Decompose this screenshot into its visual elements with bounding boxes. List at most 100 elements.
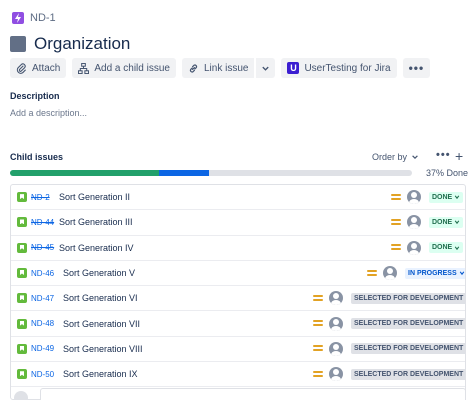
child-issue-summary[interactable]: Sort Generation V [63, 268, 135, 278]
chevron-down-icon [459, 271, 464, 276]
assignee-avatar-icon[interactable] [383, 266, 397, 281]
attach-button[interactable]: Attach [10, 58, 67, 78]
chevron-down-icon [465, 295, 466, 301]
usertesting-logo-icon: U [287, 62, 300, 74]
usertesting-plugin-label: UserTesting for Jira [304, 62, 391, 74]
link-issue-dropdown-button[interactable] [255, 58, 276, 78]
child-issue-key-link[interactable]: ND-49 [31, 344, 54, 353]
assignee-avatar-icon[interactable] [329, 367, 343, 382]
child-issue-key-link[interactable]: ND-44 [31, 218, 54, 227]
chevron-down-icon [455, 246, 460, 250]
bookmark-icon [17, 217, 27, 228]
assignee-avatar-icon[interactable] [407, 240, 421, 255]
status-dropdown[interactable]: SELECTED FOR DEVELOPMENT [351, 343, 465, 355]
status-dropdown[interactable]: DONE [429, 242, 464, 254]
child-issue-row[interactable]: ND-44 Sort Generation III DONE [11, 210, 465, 236]
child-issue-row[interactable]: ND-50 Sort Generation IX SELECTED FOR DEVE… [11, 362, 466, 388]
bookmark-icon [17, 268, 27, 279]
breadcrumb: ND-1 [12, 10, 56, 26]
child-issue-key-link[interactable]: ND-50 [31, 370, 54, 379]
parent-issue-key-link[interactable]: ND-1 [30, 12, 56, 24]
child-issue-row[interactable]: ND-2 Sort Generation II DONE [11, 185, 465, 211]
hierarchy-icon [78, 62, 90, 74]
bookmark-icon [17, 369, 27, 380]
add-child-issue-plus-button[interactable]: + [455, 148, 463, 164]
child-issue-summary[interactable]: Sort Generation IV [59, 243, 134, 253]
bookmark-icon [17, 318, 27, 329]
chevron-down-icon [262, 66, 270, 71]
add-child-issue-label: Add a child issue [94, 62, 170, 74]
status-dropdown[interactable]: DONE [429, 191, 464, 203]
status-dropdown[interactable]: SELECTED FOR DEVELOPMENT [351, 318, 466, 330]
usertesting-plugin-button[interactable]: U UserTesting for Jira [281, 58, 397, 78]
chevron-down-icon [465, 321, 466, 327]
status-label: IN PROGRESS [408, 269, 457, 277]
issue-toolbar: Attach Add a child issue Link issue U Us… [10, 58, 431, 78]
child-issue-row[interactable]: ND-47 Sort Generation VI SELECTED FOR DEVE… [11, 286, 466, 312]
status-dropdown[interactable]: SELECTED FOR DEVELOPMENT [351, 368, 466, 380]
status-label: DONE [432, 193, 453, 201]
status-label: SELECTED FOR DEVELOPMENT [354, 370, 464, 378]
child-issues-heading: Child issues [10, 152, 64, 162]
child-issues-list: ND-2 Sort Generation II DONE ND-44 Sort Gene… [10, 184, 466, 400]
assignee-avatar-icon[interactable] [407, 215, 421, 230]
priority-medium-icon [391, 218, 401, 226]
status-dropdown[interactable]: SELECTED FOR DEVELOPMENT [351, 292, 466, 304]
assignee-avatar-icon[interactable] [329, 341, 343, 356]
more-actions-button[interactable]: ••• [402, 58, 431, 78]
child-issue-summary[interactable]: Sort Generation VI [63, 293, 138, 303]
description-heading: Description [10, 91, 60, 101]
priority-medium-icon [313, 294, 323, 302]
link-issue-button[interactable]: Link issue [181, 58, 255, 78]
assignee-avatar-icon[interactable] [329, 291, 343, 306]
order-by-button[interactable]: Order by [372, 152, 419, 162]
child-issue-key-link[interactable]: ND-48 [31, 319, 54, 328]
priority-medium-icon [391, 244, 401, 251]
child-issue-summary[interactable]: Sort Generation IX [63, 369, 138, 379]
child-issue-key-link[interactable]: ND-2 [31, 193, 50, 202]
priority-medium-icon [367, 269, 377, 277]
issue-title-row: Organization [10, 32, 130, 56]
child-issue-key-link[interactable]: ND-46 [31, 269, 54, 278]
status-label: SELECTED FOR DEVELOPMENT [354, 294, 464, 302]
child-issue-summary[interactable]: Sort Generation VII [63, 319, 140, 329]
child-issues-more-button[interactable]: ••• [436, 149, 451, 161]
child-issues-progress-bar [10, 170, 412, 176]
child-issue-row[interactable]: ND-46 Sort Generation V IN PROGRESS [11, 261, 465, 287]
child-issue-summary[interactable]: Sort Generation II [59, 192, 130, 202]
issue-type-icon [10, 36, 26, 52]
progress-label: 37% Done [426, 168, 469, 178]
status-dropdown[interactable]: IN PROGRESS [405, 267, 465, 279]
order-by-label: Order by [372, 152, 408, 162]
description-editor[interactable]: Add a description... [10, 108, 87, 118]
child-issue-row[interactable]: ND-48 Sort Generation VII SELECTED FOR DEV… [11, 311, 466, 337]
child-issue-key-link[interactable]: ND-45 [31, 243, 54, 252]
status-label: DONE [432, 244, 453, 252]
chevron-down-icon [412, 155, 418, 160]
chevron-down-icon [465, 371, 466, 377]
paperclip-icon [16, 62, 27, 74]
child-issue-summary[interactable]: Sort Generation VIII [63, 344, 143, 354]
priority-medium-icon [313, 320, 323, 327]
status-label: DONE [432, 218, 453, 226]
issue-title[interactable]: Organization [34, 34, 130, 54]
assignee-avatar-icon[interactable] [329, 316, 343, 331]
attach-label: Attach [32, 62, 61, 74]
bookmark-icon [17, 343, 27, 354]
child-issue-row[interactable]: ND-45 Sort Generation IV DONE [11, 236, 465, 261]
add-child-issue-button[interactable]: Add a child issue [72, 58, 176, 78]
bookmark-icon [17, 242, 27, 253]
child-issue-key-link[interactable]: ND-47 [31, 294, 54, 303]
comment-input[interactable] [40, 388, 466, 400]
status-dropdown[interactable]: DONE [429, 216, 464, 228]
progress-done-segment [10, 170, 159, 176]
link-issue-label: Link issue [203, 62, 249, 74]
priority-medium-icon [313, 370, 323, 378]
status-label: SELECTED FOR DEVELOPMENT [354, 345, 464, 353]
child-issue-summary[interactable]: Sort Generation III [59, 217, 133, 227]
assignee-avatar-icon[interactable] [407, 190, 421, 205]
bookmark-icon [17, 192, 27, 203]
priority-medium-icon [391, 193, 401, 201]
child-issue-row[interactable]: ND-49 Sort Generation VIII SELECTED FOR DE… [11, 337, 465, 363]
progress-in-progress-segment [158, 170, 209, 176]
